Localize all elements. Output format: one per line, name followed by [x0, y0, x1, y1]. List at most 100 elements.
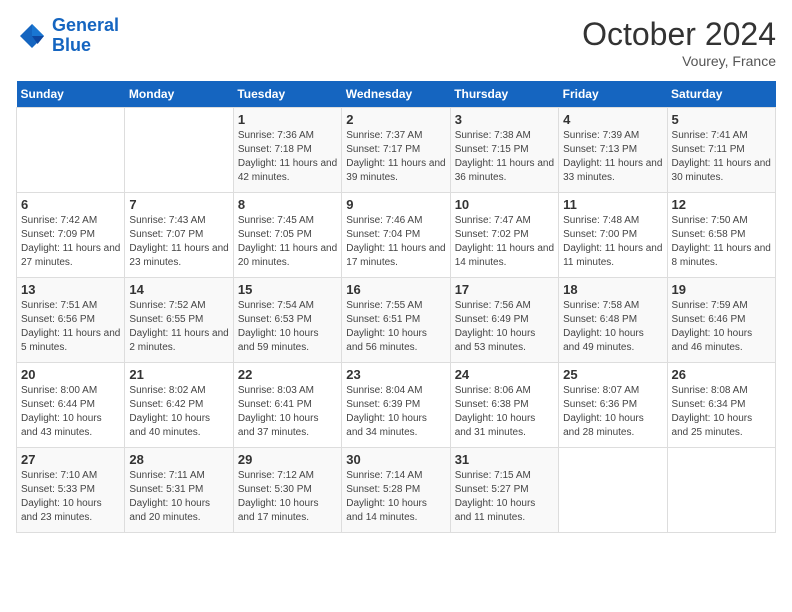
calendar-body: 1Sunrise: 7:36 AM Sunset: 7:18 PM Daylig…: [17, 108, 776, 533]
day-number: 2: [346, 112, 445, 127]
logo-text: General Blue: [52, 16, 119, 56]
day-number: 27: [21, 452, 120, 467]
calendar-cell: 10Sunrise: 7:47 AM Sunset: 7:02 PM Dayli…: [450, 193, 558, 278]
day-number: 15: [238, 282, 337, 297]
day-number: 21: [129, 367, 228, 382]
weekday-header: Saturday: [667, 81, 775, 108]
calendar-cell: 16 Sunrise: 7:55 AM Sunset: 6:51 PM Dayli…: [342, 278, 450, 363]
calendar-cell: 14 Sunrise: 7:52 AM Sunset: 6:55 PM Dayli…: [125, 278, 233, 363]
day-number: 7: [129, 197, 228, 212]
calendar-cell: 30 Sunrise: 7:14 AM Sunset: 5:28 PM Dayli…: [342, 448, 450, 533]
calendar-cell: 18 Sunrise: 7:58 AM Sunset: 6:48 PM Dayli…: [559, 278, 667, 363]
calendar-cell: 27 Sunrise: 7:10 AM Sunset: 5:33 PM Dayli…: [17, 448, 125, 533]
day-detail: Sunrise: 7:55 AM Sunset: 6:51 PM Dayligh…: [346, 299, 445, 355]
day-number: 22: [238, 367, 337, 382]
day-number: 20: [21, 367, 120, 382]
calendar-week-row: 20 Sunrise: 8:00 AM Sunset: 6:44 PM Dayli…: [17, 363, 776, 448]
day-number: 19: [672, 282, 771, 297]
day-detail: Sunrise: 8:03 AM Sunset: 6:41 PM Dayligh…: [238, 384, 337, 440]
calendar-cell: 20 Sunrise: 8:00 AM Sunset: 6:44 PM Dayli…: [17, 363, 125, 448]
calendar-week-row: 13 Sunrise: 7:51 AM Sunset: 6:56 PM Dayli…: [17, 278, 776, 363]
day-number: 11: [563, 197, 662, 212]
location-subtitle: Vourey, France: [582, 53, 776, 69]
day-detail: Sunrise: 7:54 AM Sunset: 6:53 PM Dayligh…: [238, 299, 337, 355]
day-detail: Sunrise: 7:38 AM Sunset: 7:15 PM Dayligh…: [455, 129, 554, 185]
day-detail: Sunrise: 7:43 AM Sunset: 7:07 PM Dayligh…: [129, 214, 228, 270]
calendar-cell: 21 Sunrise: 8:02 AM Sunset: 6:42 PM Dayli…: [125, 363, 233, 448]
weekday-header: Sunday: [17, 81, 125, 108]
day-detail: Sunrise: 7:47 AM Sunset: 7:02 PM Dayligh…: [455, 214, 554, 270]
day-number: 3: [455, 112, 554, 127]
calendar-cell: 7 Sunrise: 7:43 AM Sunset: 7:07 PM Daylig…: [125, 193, 233, 278]
day-detail: Sunrise: 8:06 AM Sunset: 6:38 PM Dayligh…: [455, 384, 554, 440]
day-number: 14: [129, 282, 228, 297]
day-number: 17: [455, 282, 554, 297]
calendar-cell: 22 Sunrise: 8:03 AM Sunset: 6:41 PM Dayli…: [233, 363, 341, 448]
day-detail: Sunrise: 7:59 AM Sunset: 6:46 PM Dayligh…: [672, 299, 771, 355]
day-detail: Sunrise: 8:08 AM Sunset: 6:34 PM Dayligh…: [672, 384, 771, 440]
day-detail: Sunrise: 7:45 AM Sunset: 7:05 PM Dayligh…: [238, 214, 337, 270]
calendar-cell: 28Sunrise: 7:11 AM Sunset: 5:31 PM Dayli…: [125, 448, 233, 533]
day-detail: Sunrise: 8:04 AM Sunset: 6:39 PM Dayligh…: [346, 384, 445, 440]
calendar-cell: 19 Sunrise: 7:59 AM Sunset: 6:46 PM Dayli…: [667, 278, 775, 363]
day-number: 31: [455, 452, 554, 467]
day-detail: Sunrise: 7:42 AM Sunset: 7:09 PM Dayligh…: [21, 214, 120, 270]
calendar-cell: 13 Sunrise: 7:51 AM Sunset: 6:56 PM Dayli…: [17, 278, 125, 363]
day-detail: Sunrise: 7:39 AM Sunset: 7:13 PM Dayligh…: [563, 129, 662, 185]
calendar-week-row: 6 Sunrise: 7:42 AM Sunset: 7:09 PM Daylig…: [17, 193, 776, 278]
calendar-table: SundayMondayTuesdayWednesdayThursdayFrid…: [16, 81, 776, 533]
day-detail: Sunrise: 7:58 AM Sunset: 6:48 PM Dayligh…: [563, 299, 662, 355]
calendar-cell: 26 Sunrise: 8:08 AM Sunset: 6:34 PM Dayli…: [667, 363, 775, 448]
calendar-cell: [559, 448, 667, 533]
calendar-cell: 4Sunrise: 7:39 AM Sunset: 7:13 PM Daylig…: [559, 108, 667, 193]
day-number: 29: [238, 452, 337, 467]
calendar-cell: 5Sunrise: 7:41 AM Sunset: 7:11 PM Daylig…: [667, 108, 775, 193]
day-number: 6: [21, 197, 120, 212]
weekday-header: Wednesday: [342, 81, 450, 108]
day-detail: Sunrise: 7:10 AM Sunset: 5:33 PM Dayligh…: [21, 469, 120, 525]
day-number: 26: [672, 367, 771, 382]
day-detail: Sunrise: 7:12 AM Sunset: 5:30 PM Dayligh…: [238, 469, 337, 525]
day-detail: Sunrise: 8:00 AM Sunset: 6:44 PM Dayligh…: [21, 384, 120, 440]
day-number: 13: [21, 282, 120, 297]
calendar-cell: 25Sunrise: 8:07 AM Sunset: 6:36 PM Dayli…: [559, 363, 667, 448]
day-detail: Sunrise: 7:51 AM Sunset: 6:56 PM Dayligh…: [21, 299, 120, 355]
calendar-cell: [667, 448, 775, 533]
weekday-header: Monday: [125, 81, 233, 108]
calendar-week-row: 27 Sunrise: 7:10 AM Sunset: 5:33 PM Dayli…: [17, 448, 776, 533]
calendar-cell: 9 Sunrise: 7:46 AM Sunset: 7:04 PM Daylig…: [342, 193, 450, 278]
calendar-cell: 31 Sunrise: 7:15 AM Sunset: 5:27 PM Dayli…: [450, 448, 558, 533]
day-detail: Sunrise: 8:02 AM Sunset: 6:42 PM Dayligh…: [129, 384, 228, 440]
month-title: October 2024: [582, 16, 776, 53]
calendar-header: SundayMondayTuesdayWednesdayThursdayFrid…: [17, 81, 776, 108]
calendar-cell: 12Sunrise: 7:50 AM Sunset: 6:58 PM Dayli…: [667, 193, 775, 278]
day-detail: Sunrise: 7:11 AM Sunset: 5:31 PM Dayligh…: [129, 469, 228, 525]
calendar-cell: 6 Sunrise: 7:42 AM Sunset: 7:09 PM Daylig…: [17, 193, 125, 278]
calendar-cell: 1Sunrise: 7:36 AM Sunset: 7:18 PM Daylig…: [233, 108, 341, 193]
calendar-cell: 2Sunrise: 7:37 AM Sunset: 7:17 PM Daylig…: [342, 108, 450, 193]
logo-icon: [16, 20, 48, 52]
calendar-cell: 8Sunrise: 7:45 AM Sunset: 7:05 PM Daylig…: [233, 193, 341, 278]
day-number: 25: [563, 367, 662, 382]
weekday-header: Tuesday: [233, 81, 341, 108]
day-detail: Sunrise: 7:56 AM Sunset: 6:49 PM Dayligh…: [455, 299, 554, 355]
day-number: 23: [346, 367, 445, 382]
calendar-cell: 23 Sunrise: 8:04 AM Sunset: 6:39 PM Dayli…: [342, 363, 450, 448]
calendar-cell: 29 Sunrise: 7:12 AM Sunset: 5:30 PM Dayli…: [233, 448, 341, 533]
day-detail: Sunrise: 7:14 AM Sunset: 5:28 PM Dayligh…: [346, 469, 445, 525]
day-number: 30: [346, 452, 445, 467]
page-header: General Blue October 2024 Vourey, France: [16, 16, 776, 69]
day-detail: Sunrise: 7:46 AM Sunset: 7:04 PM Dayligh…: [346, 214, 445, 270]
day-detail: Sunrise: 7:52 AM Sunset: 6:55 PM Dayligh…: [129, 299, 228, 355]
day-detail: Sunrise: 7:15 AM Sunset: 5:27 PM Dayligh…: [455, 469, 554, 525]
title-block: October 2024 Vourey, France: [582, 16, 776, 69]
calendar-cell: 11Sunrise: 7:48 AM Sunset: 7:00 PM Dayli…: [559, 193, 667, 278]
day-number: 12: [672, 197, 771, 212]
day-number: 16: [346, 282, 445, 297]
calendar-cell: 15 Sunrise: 7:54 AM Sunset: 6:53 PM Dayli…: [233, 278, 341, 363]
calendar-cell: [17, 108, 125, 193]
day-number: 9: [346, 197, 445, 212]
calendar-cell: [125, 108, 233, 193]
day-number: 18: [563, 282, 662, 297]
calendar-cell: 3 Sunrise: 7:38 AM Sunset: 7:15 PM Daylig…: [450, 108, 558, 193]
